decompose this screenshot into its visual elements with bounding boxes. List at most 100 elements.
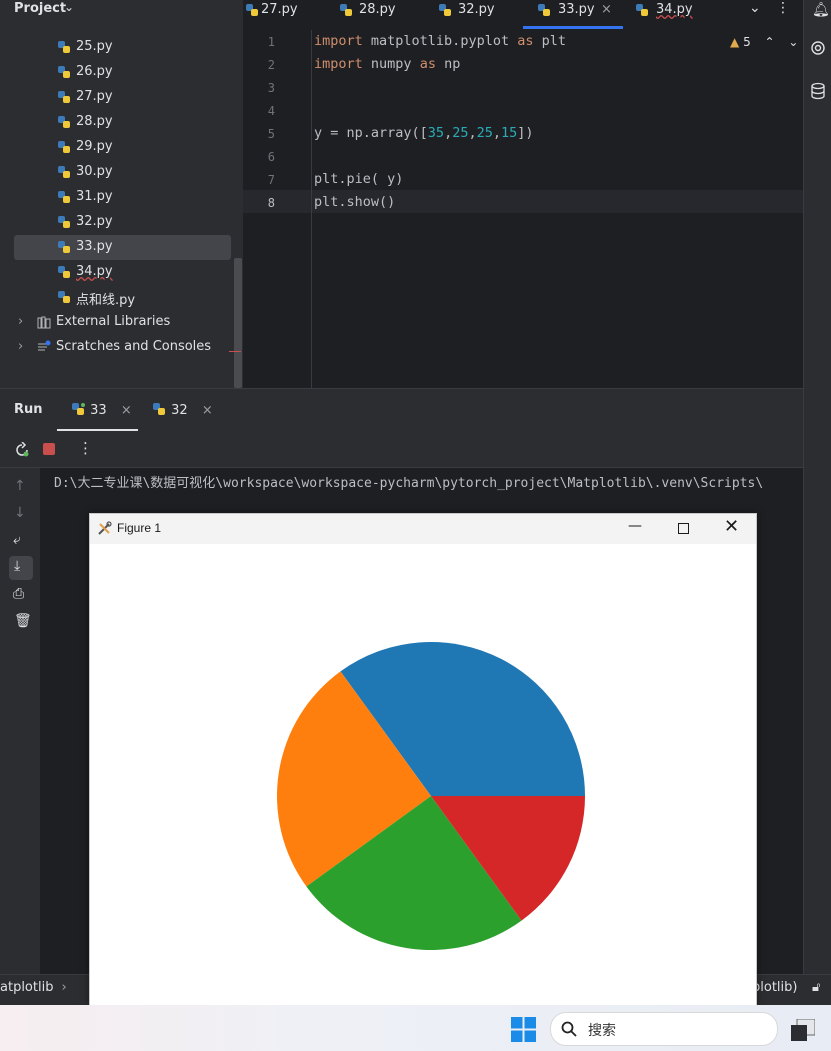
chevron-right-icon[interactable]: ›	[18, 314, 23, 329]
chevron-down-icon[interactable]: ⌄	[64, 0, 74, 14]
pie-chart	[277, 642, 585, 950]
tree-item-scratches[interactable]: › Scratches and Consoles	[0, 335, 232, 360]
python-file-icon	[58, 241, 70, 253]
close-icon[interactable]: ✕	[724, 516, 739, 537]
run-tab-33[interactable]: 33 ×	[70, 402, 132, 418]
tree-item-external-libraries[interactable]: › External Libraries	[0, 310, 232, 335]
chevron-up-icon[interactable]: ⌃	[765, 35, 775, 49]
maximize-icon[interactable]	[678, 523, 689, 534]
code-keyword: import	[314, 33, 363, 49]
project-title: Project	[14, 1, 67, 16]
chevron-down-icon[interactable]: ⌄	[749, 0, 761, 16]
project-scrollbar[interactable]	[234, 258, 242, 388]
line-number: 6	[267, 150, 275, 164]
lock-icon[interactable]: 🔓︎	[812, 980, 820, 995]
python-run-icon	[153, 403, 165, 415]
search-icon	[561, 1021, 577, 1037]
line-number: 3	[267, 81, 275, 95]
tree-item-26[interactable]: 26.py	[0, 60, 232, 85]
library-icon	[37, 316, 51, 329]
line-number: 1	[267, 35, 275, 49]
arrow-up-icon[interactable]: ↑	[14, 478, 26, 494]
close-icon[interactable]: ×	[202, 403, 213, 418]
tree-item-29[interactable]: 29.py	[0, 135, 232, 160]
tree-item-label: 30.py	[76, 164, 113, 179]
code-line-8[interactable]: plt.show()	[314, 194, 395, 210]
more-vertical-icon[interactable]: ⋮	[78, 439, 93, 457]
tree-item-label: 29.py	[76, 139, 113, 154]
windows-start-icon[interactable]	[511, 1017, 536, 1042]
line-number: 2	[267, 58, 275, 72]
scroll-to-end-icon[interactable]: ⤓	[9, 556, 33, 580]
code-line-2[interactable]: import numpy as np	[314, 56, 460, 72]
tree-item-30[interactable]: 30.py	[0, 160, 232, 185]
tree-item-points-lines[interactable]: 点和线.py	[0, 285, 232, 310]
tab-label: 27.py	[261, 2, 298, 17]
notifications-icon[interactable]: 🔔︎	[812, 2, 830, 18]
close-icon[interactable]: ×	[601, 2, 612, 17]
tab-28[interactable]: 28.py	[339, 0, 429, 28]
breadcrumb[interactable]: atplotlib ›	[0, 980, 67, 995]
code-keyword: import	[314, 56, 363, 72]
run-side-toolbar: ↑ ↓ ⤶ ⤓ ⎙ 🗑︎	[0, 468, 40, 978]
figure-titlebar[interactable]: Figure 1 — ✕	[90, 514, 756, 544]
warning-icon: ▲	[730, 35, 740, 49]
python-file-icon	[636, 4, 648, 16]
python-run-icon	[72, 403, 85, 415]
tree-item-31[interactable]: 31.py	[0, 185, 232, 210]
tab-32[interactable]: 32.py	[438, 0, 528, 28]
tab-34[interactable]: 34.py	[635, 0, 725, 28]
code-text: numpy	[362, 56, 420, 72]
tab-label: 28.py	[359, 2, 396, 17]
python-file-icon	[58, 91, 70, 103]
line-number: 5	[267, 127, 275, 141]
python-file-icon	[58, 191, 70, 203]
tab-27[interactable]: 27.py	[243, 0, 333, 28]
tree-item-27[interactable]: 27.py	[0, 85, 232, 110]
print-icon[interactable]: ⎙	[13, 586, 24, 602]
rerun-icon[interactable]	[14, 442, 30, 458]
warnings-indicator[interactable]: ▲ 5 ⌃ ⌄	[730, 35, 798, 49]
code-number: 25	[476, 125, 493, 141]
tree-item-33[interactable]: 33.py	[14, 235, 231, 260]
ai-assistant-icon[interactable]	[810, 40, 826, 56]
arrow-down-icon[interactable]: ↓	[14, 505, 26, 521]
python-file-icon	[246, 4, 258, 16]
stop-icon[interactable]	[43, 443, 55, 455]
code-text: ])	[517, 125, 534, 141]
app-taskbar-icon[interactable]	[791, 1019, 815, 1041]
close-icon[interactable]: ×	[121, 403, 132, 418]
tree-item-34[interactable]: 34.py	[0, 260, 232, 285]
run-tab-label: 32	[171, 403, 188, 418]
tree-item-label: 31.py	[76, 189, 113, 204]
tree-item-25[interactable]: 25.py	[0, 35, 232, 60]
tab-label: 32.py	[458, 2, 495, 17]
trash-icon[interactable]: 🗑︎	[14, 613, 32, 629]
code-line-1[interactable]: import matplotlib.pyplot as plt	[314, 33, 566, 49]
interpreter-indicator[interactable]: plotlib)	[752, 980, 797, 995]
right-tool-strip: 🔔︎	[803, 0, 831, 1005]
tab-33-active[interactable]: 33.py ×	[537, 0, 623, 28]
warnings-count: 5	[743, 35, 751, 49]
matplotlib-tools-icon	[98, 521, 112, 535]
code-line-5[interactable]: y = np.array([35,25,25,15])	[314, 125, 534, 141]
python-file-icon	[58, 266, 70, 278]
database-icon[interactable]	[810, 82, 826, 100]
chevron-down-icon[interactable]: ⌄	[788, 35, 798, 49]
soft-wrap-icon[interactable]: ⤶	[13, 532, 21, 548]
tree-item-32[interactable]: 32.py	[0, 210, 232, 235]
chevron-right-icon[interactable]: ›	[18, 339, 23, 354]
tree-item-28[interactable]: 28.py	[0, 110, 232, 135]
figure-window[interactable]: Figure 1 — ✕	[89, 513, 757, 1007]
taskbar-search-input[interactable]	[550, 1012, 778, 1046]
tree-item-label: 25.py	[76, 39, 113, 54]
run-tab-32[interactable]: 32 ×	[151, 402, 213, 418]
minimize-icon[interactable]: —	[628, 518, 642, 534]
code-line-7[interactable]: plt.pie( y)	[314, 171, 403, 187]
python-file-icon	[58, 216, 70, 228]
active-tab-indicator	[523, 26, 623, 29]
project-header[interactable]: Project ⌄	[0, 0, 243, 20]
tree-item-label: External Libraries	[56, 314, 171, 329]
more-vertical-icon[interactable]: ⋮	[776, 0, 790, 16]
code-number: 25	[452, 125, 469, 141]
